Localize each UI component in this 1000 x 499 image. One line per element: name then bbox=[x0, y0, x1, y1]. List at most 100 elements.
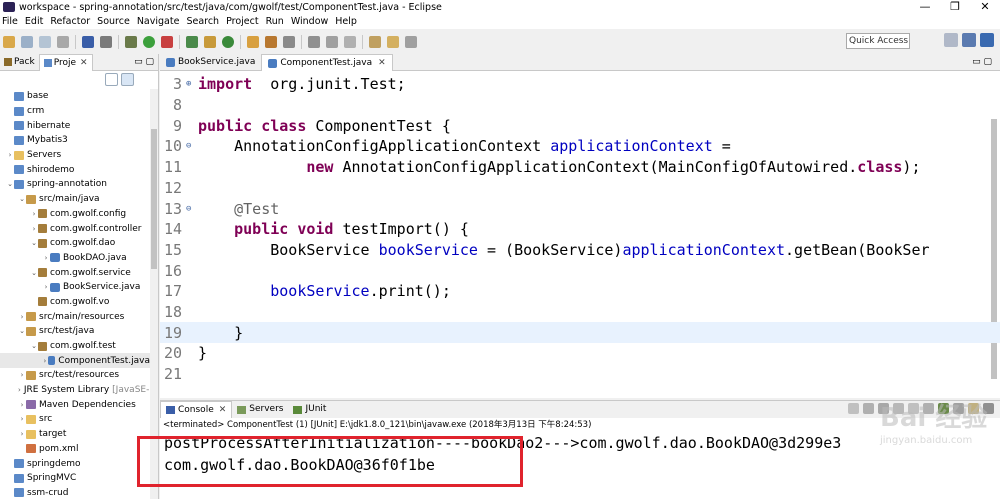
tree-item[interactable]: ⌄ src/main/java bbox=[0, 192, 150, 207]
expand-arrow-icon[interactable]: ⌄ bbox=[30, 342, 38, 350]
tree-item[interactable]: › src/test/resources bbox=[0, 368, 150, 383]
new-package-icon[interactable] bbox=[204, 35, 216, 48]
expand-arrow-icon[interactable]: › bbox=[30, 210, 38, 218]
maximize-button[interactable]: ❐ bbox=[940, 0, 970, 14]
code-line[interactable]: 18 bbox=[160, 302, 1000, 323]
tab-console[interactable]: Console ✕ bbox=[160, 400, 233, 419]
run-icon[interactable] bbox=[143, 35, 155, 48]
expand-arrow-icon[interactable]: ⌄ bbox=[18, 327, 26, 335]
tree-item[interactable]: › src bbox=[0, 412, 150, 427]
tree-item[interactable]: ⌄ src/test/java bbox=[0, 324, 150, 339]
java-ee-perspective-icon[interactable] bbox=[962, 33, 976, 47]
tree-item[interactable]: crm bbox=[0, 104, 150, 119]
tree-item[interactable]: › BookService.java bbox=[0, 280, 150, 295]
menu-window[interactable]: Window bbox=[289, 16, 333, 27]
code-line[interactable]: 12 bbox=[160, 178, 1000, 199]
tree-item[interactable]: ssm-crud bbox=[0, 486, 150, 499]
expand-arrow-icon[interactable]: ⌄ bbox=[30, 269, 38, 277]
collapse-all-icon[interactable] bbox=[105, 73, 118, 86]
code-editor[interactable]: 3 ⊕ import org.junit.Test; 8 9 public class C… bbox=[160, 71, 1000, 398]
expand-arrow-icon[interactable]: › bbox=[30, 225, 38, 233]
code-line[interactable]: 8 bbox=[160, 95, 1000, 116]
tree-item[interactable]: Mybatis3 bbox=[0, 133, 150, 148]
java-perspective-icon[interactable] bbox=[980, 33, 994, 47]
code-line[interactable]: 9 public class ComponentTest { bbox=[160, 115, 1000, 136]
tree-item[interactable]: ›JRE System Library[JavaSE-1.8] bbox=[0, 383, 158, 398]
tab-bookservice-java[interactable]: BookService.java bbox=[160, 54, 261, 70]
tree-item[interactable]: hibernate bbox=[0, 118, 150, 133]
tree-item[interactable]: › src/main/resources bbox=[0, 309, 150, 324]
tree-item[interactable]: › Maven Dependencies bbox=[0, 397, 150, 412]
expand-arrow-icon[interactable]: ⌄ bbox=[6, 180, 14, 188]
print-icon[interactable] bbox=[57, 35, 69, 48]
pin-editor-icon[interactable] bbox=[344, 35, 356, 48]
skip-breakpoints-icon[interactable] bbox=[100, 35, 112, 48]
close-icon[interactable]: ✕ bbox=[80, 55, 88, 71]
tree-item[interactable]: ⌄ com.gwolf.service bbox=[0, 265, 150, 280]
minimize-button[interactable]: — bbox=[910, 0, 940, 14]
expand-arrow-icon[interactable]: › bbox=[42, 254, 50, 262]
link-with-editor-icon[interactable] bbox=[121, 73, 134, 86]
open-task-icon[interactable] bbox=[265, 35, 277, 48]
tab-componenttest-java[interactable]: ComponentTest.java ✕ bbox=[261, 54, 393, 71]
expand-arrow-icon[interactable]: › bbox=[18, 430, 26, 438]
expand-arrow-icon[interactable]: ⌄ bbox=[18, 195, 26, 203]
expand-arrow-icon[interactable]: › bbox=[18, 401, 26, 409]
code-line[interactable]: 3 ⊕ import org.junit.Test; bbox=[160, 74, 1000, 95]
menu-source[interactable]: Source bbox=[95, 16, 135, 27]
annotation-prev-icon[interactable] bbox=[326, 35, 338, 48]
expand-arrow-icon[interactable]: › bbox=[42, 283, 50, 291]
code-line[interactable]: 21 bbox=[160, 364, 1000, 385]
scrollbar-thumb[interactable] bbox=[151, 129, 157, 269]
tree-item[interactable]: › Servers bbox=[0, 148, 150, 163]
new-icon[interactable] bbox=[3, 35, 15, 48]
tree-item[interactable]: SpringMVC bbox=[0, 471, 150, 486]
tree-item[interactable]: ⌄ com.gwolf.test bbox=[0, 339, 150, 354]
tree-item[interactable]: ⌄ com.gwolf.dao bbox=[0, 236, 150, 251]
fold-toggle-icon[interactable]: ⊖ bbox=[186, 141, 191, 151]
expand-arrow-icon[interactable]: › bbox=[18, 415, 26, 423]
tree-item[interactable]: base bbox=[0, 89, 150, 104]
code-line[interactable]: 13 ⊖ @Test bbox=[160, 198, 1000, 219]
view-menu-icon[interactable]: ▭ ▢ bbox=[134, 57, 158, 67]
search-icon[interactable] bbox=[283, 35, 295, 48]
save-icon[interactable] bbox=[21, 35, 33, 48]
menu-refactor[interactable]: Refactor bbox=[48, 16, 95, 27]
menu-file[interactable]: File bbox=[0, 16, 23, 27]
expand-arrow-icon[interactable]: › bbox=[18, 313, 26, 321]
forward-icon[interactable] bbox=[405, 35, 417, 48]
code-line[interactable]: 16 bbox=[160, 260, 1000, 281]
debug-icon[interactable] bbox=[125, 35, 137, 48]
tree-item[interactable]: › com.gwolf.config bbox=[0, 207, 150, 222]
expand-arrow-icon[interactable]: ⌄ bbox=[30, 239, 38, 247]
menu-run[interactable]: Run bbox=[264, 16, 289, 27]
editor-minmax-icon[interactable]: ▭ ▢ bbox=[972, 54, 992, 70]
code-line[interactable]: 20} bbox=[160, 343, 1000, 364]
close-icon[interactable]: ✕ bbox=[219, 402, 227, 419]
tree-item[interactable]: › ComponentTest.java bbox=[0, 353, 150, 369]
code-line[interactable]: 11 new AnnotationConfigApplicationContex… bbox=[160, 157, 1000, 178]
expand-arrow-icon[interactable]: › bbox=[6, 151, 14, 159]
tab-project-explorer[interactable]: Proje ✕ bbox=[38, 54, 93, 71]
last-edit-icon[interactable] bbox=[369, 35, 381, 48]
tree-item[interactable]: ⌄ spring-annotation bbox=[0, 177, 150, 192]
fold-toggle-icon[interactable]: ⊕ bbox=[186, 79, 191, 89]
code-line[interactable]: 17 bookService.print(); bbox=[160, 281, 1000, 302]
menu-edit[interactable]: Edit bbox=[23, 16, 48, 27]
tree-item[interactable]: › BookDAO.java bbox=[0, 251, 150, 266]
tree-item[interactable]: pom.xml bbox=[0, 442, 150, 457]
fold-toggle-icon[interactable]: ⊖ bbox=[186, 204, 191, 214]
tree-item[interactable]: springdemo bbox=[0, 456, 150, 471]
tree-item[interactable]: › com.gwolf.controller bbox=[0, 221, 150, 236]
tree-item[interactable]: › target bbox=[0, 427, 150, 442]
console-icon[interactable] bbox=[82, 35, 94, 48]
code-line[interactable]: 19 } bbox=[160, 322, 1000, 344]
tab-servers[interactable]: Servers bbox=[232, 401, 288, 418]
annotation-next-icon[interactable] bbox=[308, 35, 320, 48]
open-perspective-icon[interactable] bbox=[944, 33, 958, 47]
back-icon[interactable] bbox=[387, 35, 399, 48]
open-type-icon[interactable] bbox=[247, 35, 259, 48]
save-all-icon[interactable] bbox=[39, 35, 51, 48]
menu-navigate[interactable]: Navigate bbox=[135, 16, 185, 27]
tree-item[interactable]: shirodemo bbox=[0, 162, 150, 177]
